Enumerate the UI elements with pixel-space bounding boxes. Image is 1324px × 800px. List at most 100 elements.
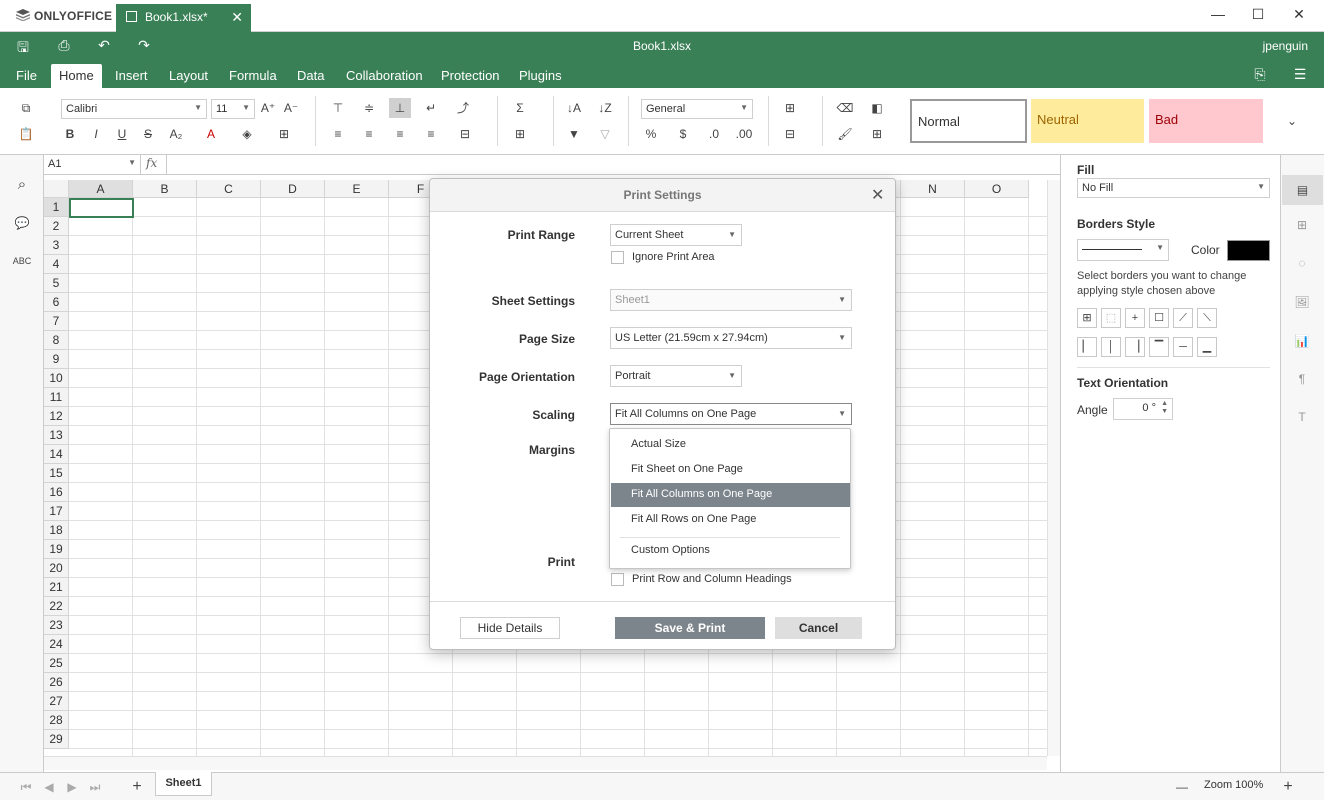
row-header[interactable]: 1 bbox=[44, 198, 69, 217]
close-window-icon[interactable]: ✕ bbox=[1289, 6, 1309, 26]
inner-horizontal-border-icon[interactable]: ─ bbox=[1173, 337, 1193, 357]
row-header[interactable]: 25 bbox=[44, 654, 69, 673]
close-tab-icon[interactable]: ✕ bbox=[231, 9, 243, 26]
select-all-corner[interactable] bbox=[44, 180, 69, 198]
row-header[interactable]: 27 bbox=[44, 692, 69, 711]
row-header[interactable]: 20 bbox=[44, 559, 69, 578]
tab-data[interactable]: Data bbox=[289, 64, 332, 88]
column-header[interactable]: E bbox=[325, 180, 389, 198]
page-size-combo[interactable]: US Letter (21.59cm x 27.94cm) ▼ bbox=[610, 327, 852, 349]
scaling-combo[interactable]: Fit All Columns on One Page ▼ bbox=[610, 403, 852, 425]
cell-settings-icon[interactable]: ▤ bbox=[1282, 175, 1323, 205]
border-color-swatch[interactable] bbox=[1227, 240, 1270, 261]
sort-ascending-icon[interactable]: ↓A bbox=[563, 98, 585, 118]
page-orientation-combo[interactable]: Portrait ▼ bbox=[610, 365, 742, 387]
vertical-scrollbar[interactable] bbox=[1047, 180, 1060, 756]
save-print-button[interactable]: Save & Print bbox=[615, 617, 765, 639]
style-bad[interactable]: Bad bbox=[1149, 99, 1263, 143]
filter-icon[interactable]: ▼ bbox=[563, 124, 585, 144]
spinner-arrows-icon[interactable]: ▲ ▼ bbox=[1161, 400, 1168, 416]
row-header[interactable]: 29 bbox=[44, 730, 69, 749]
cell-style-icon[interactable]: ◧ bbox=[866, 98, 888, 118]
minimize-icon[interactable]: — bbox=[1208, 6, 1228, 26]
left-border-icon[interactable]: ▏ bbox=[1077, 337, 1097, 357]
row-header[interactable]: 8 bbox=[44, 331, 69, 350]
print-headings-checkbox[interactable] bbox=[611, 573, 624, 586]
hide-details-button[interactable]: Hide Details bbox=[460, 617, 560, 639]
row-header[interactable]: 18 bbox=[44, 521, 69, 540]
font-name-combo[interactable]: Calibri ▼ bbox=[61, 99, 207, 119]
border-style-combo[interactable]: ▼ bbox=[1077, 239, 1169, 261]
tab-file[interactable]: File bbox=[8, 64, 45, 88]
cancel-button[interactable]: Cancel bbox=[775, 617, 862, 639]
spellcheck-icon[interactable]: ABC bbox=[11, 251, 33, 271]
close-dialog-icon[interactable]: ✕ bbox=[871, 185, 884, 205]
right-border-icon[interactable]: ▕ bbox=[1125, 337, 1145, 357]
row-header[interactable]: 23 bbox=[44, 616, 69, 635]
menu-item-fit-sheet[interactable]: Fit Sheet on One Page bbox=[611, 458, 850, 482]
previous-sheet-icon[interactable]: ◀ bbox=[38, 777, 60, 797]
row-header[interactable]: 10 bbox=[44, 369, 69, 388]
bold-icon[interactable]: B bbox=[59, 124, 81, 144]
subscript-icon[interactable]: A₂ bbox=[165, 124, 187, 144]
comments-icon[interactable]: 💬 bbox=[11, 213, 33, 233]
sum-icon[interactable]: Σ bbox=[509, 98, 531, 118]
tab-home[interactable]: Home bbox=[51, 64, 102, 88]
increase-decimal-icon[interactable]: .00 bbox=[733, 124, 755, 144]
decrease-font-icon[interactable]: A⁻ bbox=[280, 98, 302, 118]
font-size-combo[interactable]: 11 ▼ bbox=[211, 99, 255, 119]
align-top-icon[interactable]: ⊤ bbox=[327, 98, 349, 118]
column-header[interactable]: D bbox=[261, 180, 325, 198]
angle-spinner[interactable]: 0 ° ▲ ▼ bbox=[1113, 398, 1173, 420]
diagonal-up-border-icon[interactable]: ⟋ bbox=[1173, 308, 1193, 328]
table-settings-icon[interactable]: ⊞ bbox=[1291, 215, 1313, 235]
sort-descending-icon[interactable]: ↓Z bbox=[594, 98, 616, 118]
zoom-in-icon[interactable]: + bbox=[1277, 777, 1299, 797]
open-location-icon[interactable]: ⎘ bbox=[1249, 66, 1271, 86]
document-tab[interactable]: Book1.xlsx* ✕ bbox=[116, 4, 251, 32]
tab-insert[interactable]: Insert bbox=[107, 64, 156, 88]
format-as-table-icon[interactable]: ⊞ bbox=[866, 124, 888, 144]
row-header[interactable]: 5 bbox=[44, 274, 69, 293]
font-color-icon[interactable]: A bbox=[200, 124, 222, 144]
increase-font-icon[interactable]: A⁺ bbox=[257, 98, 279, 118]
menu-item-custom-options[interactable]: Custom Options bbox=[611, 539, 850, 563]
borders-icon[interactable]: ⊞ bbox=[273, 124, 295, 144]
shape-settings-icon[interactable]: ◌ bbox=[1291, 253, 1313, 273]
row-header[interactable]: 19 bbox=[44, 540, 69, 559]
all-borders-icon[interactable]: ⊞ bbox=[1077, 308, 1097, 328]
column-header[interactable]: A bbox=[69, 180, 133, 198]
outer-borders-icon[interactable]: ☐ bbox=[1149, 308, 1169, 328]
copy-style-icon[interactable]: 🖌 bbox=[834, 124, 856, 144]
italic-icon[interactable]: I bbox=[85, 124, 107, 144]
tab-protection[interactable]: Protection bbox=[433, 64, 508, 88]
ignore-print-area-checkbox[interactable] bbox=[611, 251, 624, 264]
hamburger-menu-icon[interactable]: ☰ bbox=[1289, 66, 1311, 86]
formula-input[interactable] bbox=[166, 155, 1056, 175]
accounting-icon[interactable]: $ bbox=[672, 124, 694, 144]
row-header[interactable]: 24 bbox=[44, 635, 69, 654]
last-sheet-icon[interactable]: ⏭ bbox=[84, 777, 106, 797]
search-icon[interactable]: ⌕ bbox=[11, 175, 33, 195]
bottom-border-icon[interactable]: ▁ bbox=[1197, 337, 1217, 357]
maximize-icon[interactable]: ☐ bbox=[1248, 6, 1268, 26]
fill-combo[interactable]: No Fill ▼ bbox=[1077, 178, 1270, 198]
menu-item-fit-columns[interactable]: Fit All Columns on One Page bbox=[611, 483, 850, 507]
row-header[interactable]: 26 bbox=[44, 673, 69, 692]
inner-borders-icon[interactable]: + bbox=[1125, 308, 1145, 328]
inner-vertical-border-icon[interactable]: │ bbox=[1101, 337, 1121, 357]
align-left-icon[interactable]: ≡ bbox=[327, 124, 349, 144]
justify-icon[interactable]: ≡ bbox=[420, 124, 442, 144]
column-header[interactable]: C bbox=[197, 180, 261, 198]
decrease-decimal-icon[interactable]: .0 bbox=[703, 124, 725, 144]
horizontal-scrollbar[interactable] bbox=[44, 756, 1047, 770]
menu-item-actual-size[interactable]: Actual Size bbox=[611, 433, 850, 457]
row-header[interactable]: 3 bbox=[44, 236, 69, 255]
row-header[interactable]: 9 bbox=[44, 350, 69, 369]
orientation-icon[interactable]: ⤴ bbox=[452, 98, 474, 118]
copy-icon[interactable]: ⧉ bbox=[15, 98, 37, 118]
print-headings-label[interactable]: Print Row and Column Headings bbox=[632, 573, 792, 585]
row-header[interactable]: 11 bbox=[44, 388, 69, 407]
print-range-combo[interactable]: Current Sheet ▼ bbox=[610, 224, 742, 246]
diagonal-down-border-icon[interactable]: ⟍ bbox=[1197, 308, 1217, 328]
